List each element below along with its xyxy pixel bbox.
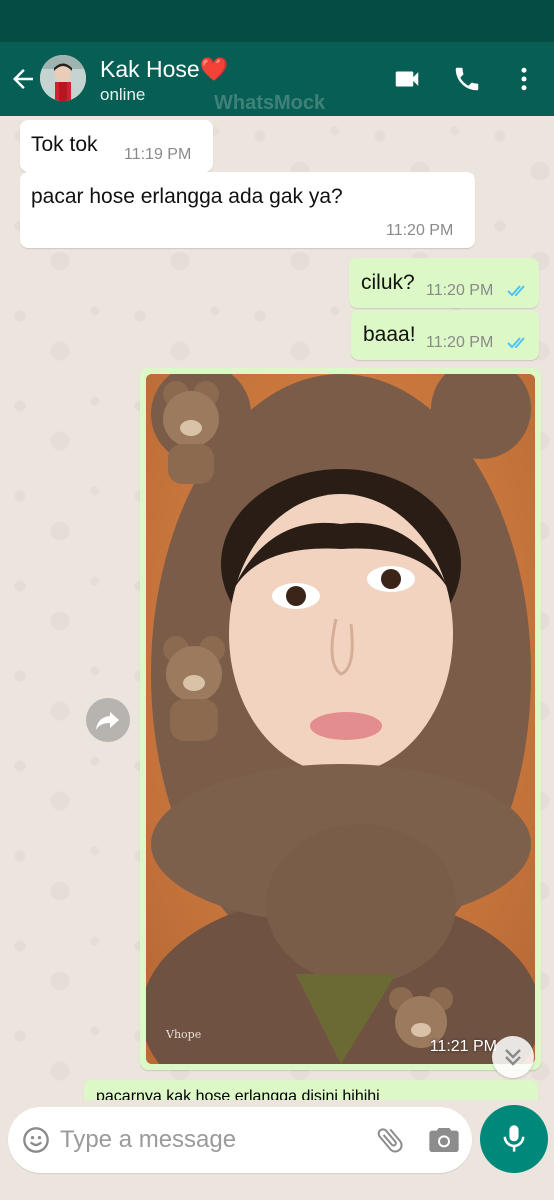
- camera-icon[interactable]: [428, 1125, 460, 1155]
- message-bubble-incoming[interactable]: pacar hose erlangga ada gak ya? 11:20 PM: [20, 172, 475, 248]
- contact-status: online: [100, 85, 146, 104]
- forward-button[interactable]: [86, 698, 130, 742]
- message-input-container: [8, 1107, 472, 1173]
- message-text: pacar hose erlangga ada gak ya?: [31, 185, 343, 208]
- read-ticks-icon: [507, 285, 525, 297]
- message-bubble-outgoing[interactable]: ciluk? 11:20 PM: [349, 258, 539, 308]
- image-signature: Vhope: [165, 1028, 201, 1041]
- contact-name[interactable]: Kak Hose❤️: [100, 56, 228, 83]
- phone-call-icon[interactable]: [452, 64, 482, 94]
- teddy-bear-sticker: [163, 636, 225, 741]
- input-bar: [0, 1100, 554, 1200]
- contact-name-text: Kak Hose: [100, 56, 200, 82]
- double-chevron-down-icon: [505, 1049, 521, 1066]
- teddy-bear-sticker: [163, 381, 219, 484]
- emoji-icon[interactable]: [22, 1126, 50, 1154]
- image-message[interactable]: Vhope 11:21 PM: [140, 368, 541, 1070]
- video-call-icon[interactable]: [392, 64, 422, 94]
- image-photo[interactable]: Vhope: [146, 374, 535, 1064]
- message-time: 11:21 PM: [429, 1038, 497, 1055]
- message-input[interactable]: [60, 1121, 360, 1159]
- photo-illustration: Vhope: [146, 374, 535, 1064]
- watermark: WhatsMock: [214, 92, 326, 114]
- message-text: Tok tok: [31, 133, 98, 156]
- avatar-picture: [40, 55, 86, 101]
- message-time: 11:20 PM: [386, 222, 454, 239]
- more-vert-icon[interactable]: [509, 64, 539, 94]
- message-text: ciluk?: [361, 271, 415, 294]
- voice-record-button[interactable]: [480, 1105, 548, 1173]
- message-text: baaa!: [363, 323, 416, 346]
- back-arrow-icon[interactable]: [8, 64, 38, 94]
- contact-avatar[interactable]: [40, 55, 86, 101]
- microphone-icon: [503, 1125, 525, 1152]
- message-text: pacarnya kak hose erlangga disini hihihi: [96, 1088, 380, 1100]
- heart-emoji-icon: ❤️: [199, 56, 229, 82]
- message-time: 11:19 PM: [124, 146, 192, 163]
- scroll-to-bottom-button[interactable]: [492, 1036, 534, 1078]
- status-bar: [0, 0, 554, 42]
- message-bubble-outgoing[interactable]: pacarnya kak hose erlangga disini hihihi: [84, 1080, 538, 1100]
- read-ticks-icon: [507, 337, 525, 349]
- attach-icon[interactable]: [374, 1124, 406, 1156]
- message-bubble-incoming[interactable]: Tok tok 11:19 PM: [20, 120, 213, 172]
- message-bubble-outgoing[interactable]: baaa! 11:20 PM: [351, 310, 539, 360]
- forward-icon: [96, 712, 119, 730]
- chat-area[interactable]: Tok tok 11:19 PM pacar hose erlangga ada…: [0, 116, 554, 1100]
- message-time: 11:20 PM: [426, 282, 494, 299]
- message-time: 11:20 PM: [426, 334, 494, 351]
- chat-header: Kak Hose❤️ online WhatsMock: [0, 42, 554, 116]
